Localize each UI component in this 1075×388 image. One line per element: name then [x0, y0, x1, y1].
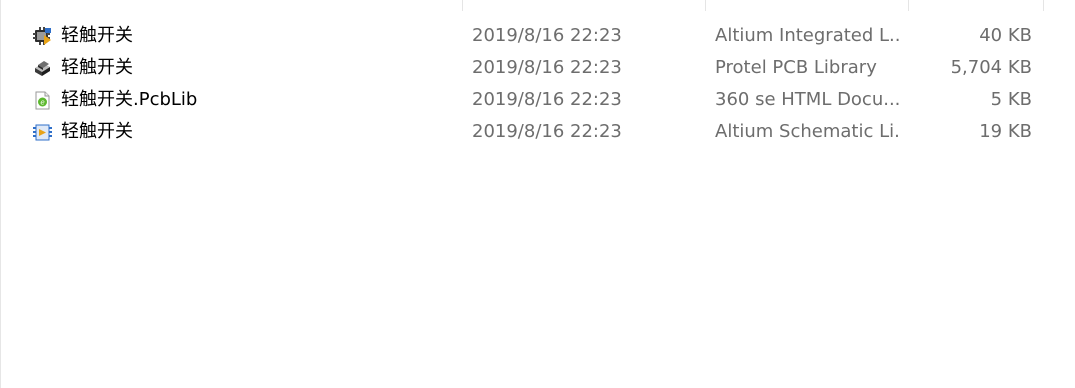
- file-modified-date: 2019/8/16 22:23: [472, 121, 622, 142]
- file-type: Protel PCB Library: [715, 57, 877, 78]
- column-separator-end[interactable]: [1043, 0, 1044, 11]
- html-document-icon: e: [33, 91, 52, 110]
- file-row[interactable]: 轻触开关 2019/8/16 22:23 Altium Schematic Li…: [0, 116, 1075, 148]
- file-modified-date: 2019/8/16 22:23: [472, 89, 622, 110]
- schematic-library-icon: [33, 123, 52, 142]
- file-size: 40 KB: [979, 25, 1032, 46]
- file-name: 轻触开关.PcbLib: [61, 89, 198, 110]
- file-type: Altium Schematic Li...: [715, 121, 900, 142]
- file-modified-date: 2019/8/16 22:23: [472, 57, 622, 78]
- file-name: 轻触开关: [61, 57, 133, 78]
- file-row[interactable]: e 轻触开关.PcbLib 2019/8/16 22:23 360 se HTM…: [0, 84, 1075, 116]
- column-separator-date[interactable]: [462, 0, 463, 11]
- altium-integrated-library-icon: [33, 27, 52, 46]
- file-row[interactable]: 轻触开关 2019/8/16 22:23 Altium Integrated L…: [0, 20, 1075, 52]
- file-list-pane: ^ 轻触开关 2019/8/16 22:23 Altium Integrated…: [0, 0, 1075, 388]
- file-name: 轻触开关: [61, 25, 133, 46]
- column-separator-type[interactable]: [705, 0, 706, 11]
- column-header-strip: ^: [0, 0, 1075, 12]
- file-type: 360 se HTML Docu...: [715, 89, 900, 110]
- pcb-library-icon: [33, 59, 52, 78]
- svg-text:e: e: [40, 99, 44, 107]
- sort-indicator-icon: ^: [714, 0, 723, 6]
- file-modified-date: 2019/8/16 22:23: [472, 25, 622, 46]
- file-type: Altium Integrated L...: [715, 25, 900, 46]
- file-size: 5,704 KB: [950, 57, 1032, 78]
- file-row[interactable]: 轻触开关 2019/8/16 22:23 Protel PCB Library …: [0, 52, 1075, 84]
- column-separator-size[interactable]: [908, 0, 909, 11]
- file-size: 5 KB: [990, 89, 1032, 110]
- file-size: 19 KB: [979, 121, 1032, 142]
- file-name: 轻触开关: [61, 121, 133, 142]
